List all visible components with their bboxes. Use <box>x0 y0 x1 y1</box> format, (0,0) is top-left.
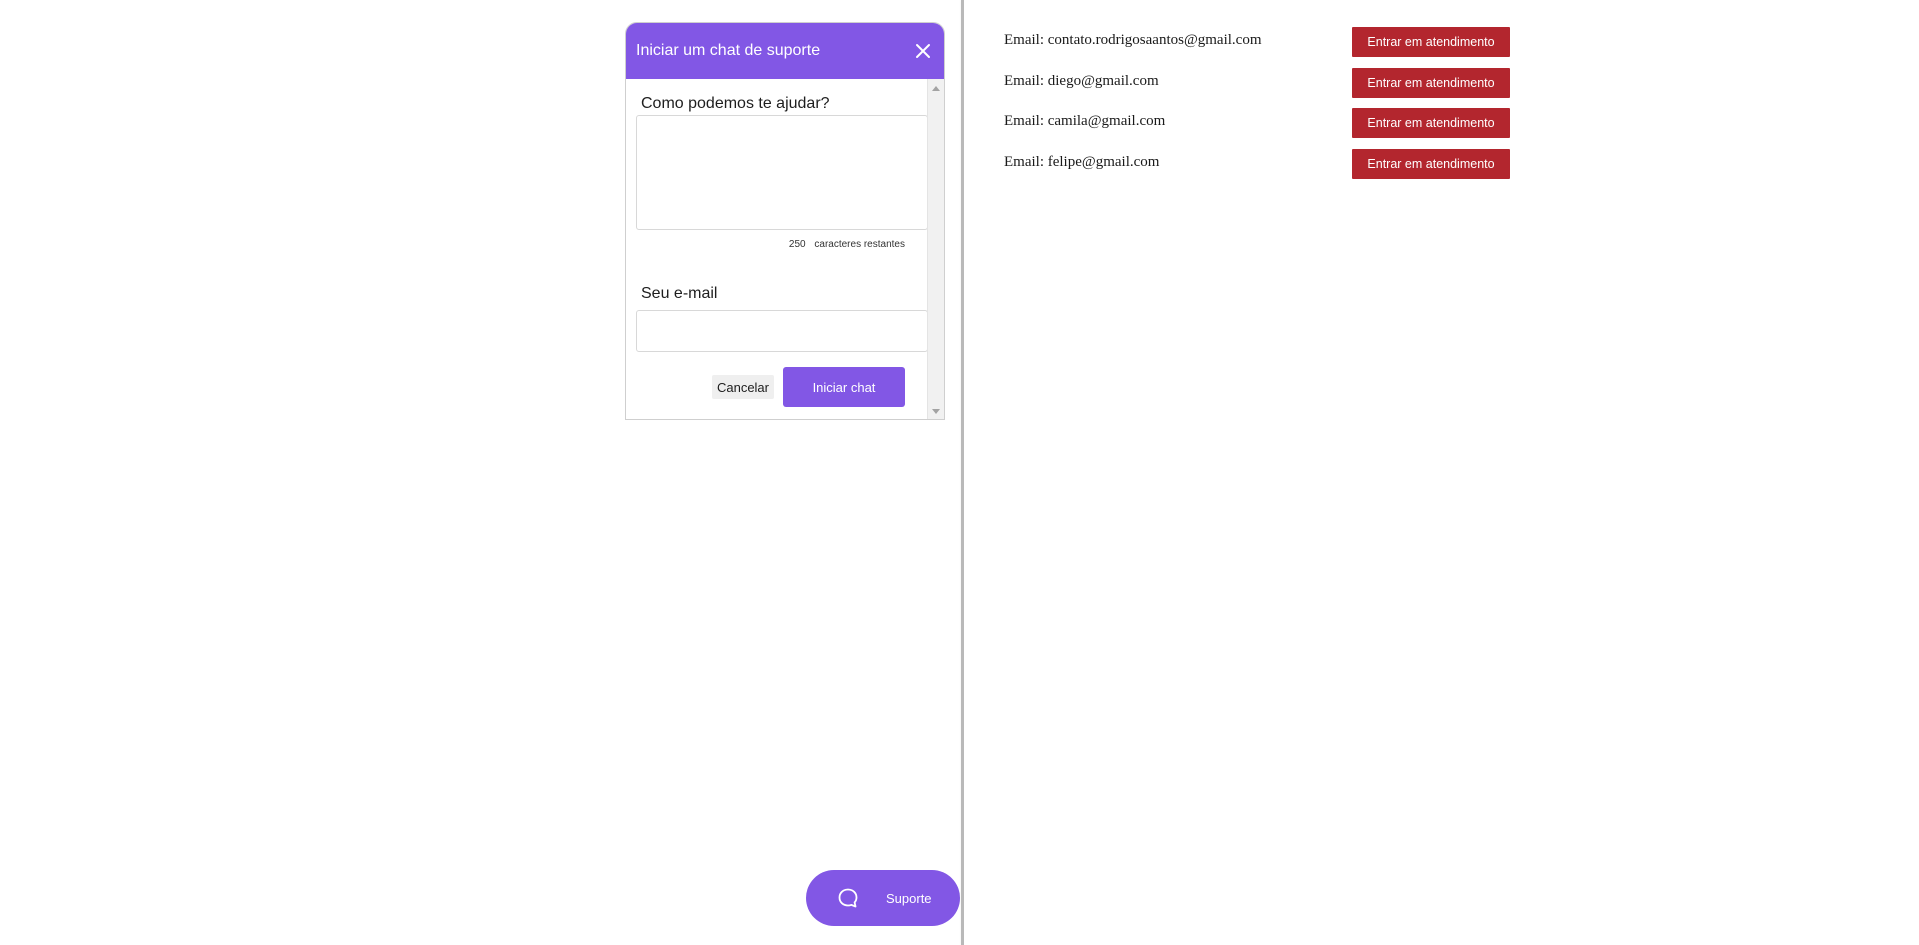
help-label: Como podemos te ajudar? <box>641 95 830 112</box>
scroll-thumb[interactable] <box>931 97 941 397</box>
char-count-suffix: caracteres restantes <box>814 239 905 250</box>
attend-button[interactable]: Entrar em atendimento <box>1352 108 1510 138</box>
attend-button[interactable]: Entrar em atendimento <box>1352 67 1510 98</box>
caret-up-icon <box>932 86 940 91</box>
chat-title: Iniciar um chat de suporte <box>636 42 821 59</box>
attend-button[interactable]: Entrar em atendimento <box>1352 148 1510 179</box>
support-button[interactable]: Suporte <box>806 870 960 926</box>
ticket-email: Email: contato.rodrigosaantos@gmail.com <box>1004 32 1262 48</box>
help-message-textarea[interactable] <box>636 115 928 230</box>
ticket-email: Email: diego@gmail.com <box>1004 72 1159 89</box>
caret-down-icon <box>932 409 940 414</box>
ticket-email: Email: camila@gmail.com <box>1004 113 1166 129</box>
chat-form: Como podemos te ajudar? 250 caracteres r… <box>626 79 929 419</box>
close-icon <box>916 44 930 58</box>
scroll-up-button[interactable] <box>928 81 944 95</box>
admin-pane: Email: contato.rodrigosaantos@gmail.com … <box>964 0 1919 945</box>
chat-actions: Cancelar Iniciar chat <box>636 367 919 407</box>
cancel-button[interactable]: Cancelar <box>711 375 774 399</box>
char-counter: 250 caracteres restantes <box>636 239 919 250</box>
support-chat-widget: Iniciar um chat de suporte Como podemos … <box>625 22 945 420</box>
ticket-row: Email: diego@gmail.com Entrar em atendim… <box>1004 67 1604 109</box>
ticket-row: Email: camila@gmail.com Entrar em atendi… <box>1004 108 1604 149</box>
attend-button[interactable]: Entrar em atendimento <box>1352 27 1510 57</box>
ticket-list: Email: contato.rodrigosaantos@gmail.com … <box>1004 27 1604 189</box>
email-input[interactable] <box>636 310 928 352</box>
chat-scrollbar[interactable] <box>927 79 944 419</box>
chat-header: Iniciar um chat de suporte <box>626 23 944 79</box>
ticket-email: Email: felipe@gmail.com <box>1004 153 1160 170</box>
user-pane: Iniciar um chat de suporte Como podemos … <box>0 0 961 945</box>
start-chat-button[interactable]: Iniciar chat <box>783 367 905 407</box>
email-label: Seu e-mail <box>641 285 718 302</box>
support-button-label: Suporte <box>886 890 932 906</box>
ticket-row: Email: contato.rodrigosaantos@gmail.com … <box>1004 27 1604 68</box>
chat-bubble-icon <box>836 886 860 910</box>
ticket-row: Email: felipe@gmail.com Entrar em atendi… <box>1004 148 1604 190</box>
scroll-down-button[interactable] <box>928 405 944 419</box>
close-chat-button[interactable] <box>911 39 935 63</box>
char-count-value: 250 <box>788 239 806 250</box>
